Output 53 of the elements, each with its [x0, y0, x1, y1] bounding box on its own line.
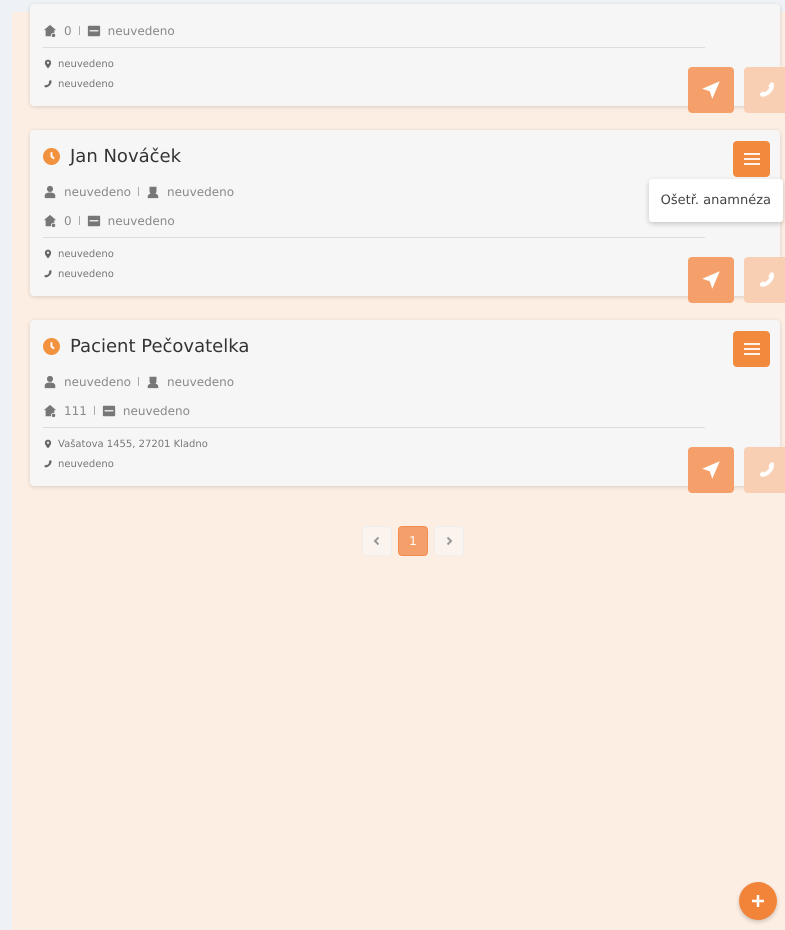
- nurse-icon: [146, 374, 160, 388]
- bed-icon: [86, 214, 101, 228]
- nurse-text: neuvedeno: [167, 184, 234, 198]
- bed-icon: [102, 404, 116, 418]
- address-text: neuvedeno: [58, 58, 114, 70]
- menu-icon: [744, 343, 760, 355]
- chevron-left-icon: [372, 536, 382, 546]
- menu-item[interactable]: Ošetř. anamnéza: [648, 179, 783, 222]
- patient-name: Pacient Pečovatelka: [70, 336, 250, 357]
- navigation-arrow-icon: [701, 80, 721, 100]
- phone-text: neuvedeno: [58, 78, 114, 90]
- house-icon: [43, 214, 57, 228]
- phone-icon: [43, 79, 53, 89]
- bed-text: neuvedeno: [122, 404, 190, 418]
- location-icon: [43, 249, 53, 259]
- navigate-button[interactable]: [688, 447, 734, 493]
- clock-icon: [43, 338, 60, 355]
- room-text: 0: [64, 24, 72, 38]
- person-icon: [43, 184, 57, 198]
- nurse-text: neuvedeno: [167, 374, 234, 388]
- house-icon: [43, 24, 57, 38]
- address-text: neuvedeno: [58, 248, 114, 260]
- patient-name: Jan Nováček: [70, 146, 182, 167]
- house-icon: [43, 404, 57, 418]
- navigation-arrow-icon: [701, 270, 721, 290]
- navigate-button[interactable]: [688, 257, 734, 303]
- room-text: 111: [64, 404, 87, 418]
- doctor-text: neuvedeno: [64, 374, 132, 388]
- menu-icon: [744, 153, 760, 165]
- bed-text: neuvedeno: [108, 214, 175, 228]
- phone-text: neuvedeno: [58, 458, 114, 470]
- phone-icon: [43, 459, 53, 469]
- room-text: 0: [64, 214, 72, 228]
- doctor-text: neuvedeno: [64, 184, 132, 198]
- location-icon: [43, 59, 53, 69]
- navigation-arrow-icon: [701, 460, 721, 480]
- location-icon: [43, 439, 53, 449]
- menu-button[interactable]: [733, 331, 770, 367]
- phone-icon: [43, 269, 53, 279]
- bed-text: neuvedeno: [108, 24, 175, 38]
- nurse-icon: [146, 184, 160, 198]
- navigate-button[interactable]: [688, 67, 734, 113]
- next-page-button[interactable]: [434, 526, 464, 556]
- chevron-right-icon: [444, 536, 454, 546]
- plus-icon: [750, 893, 766, 909]
- clock-icon: [43, 148, 60, 165]
- person-icon: [43, 374, 57, 388]
- add-button[interactable]: [739, 882, 777, 920]
- previous-page-button[interactable]: [362, 526, 392, 556]
- address-text: Vašatova 1455, 27201 Kladno: [58, 438, 208, 450]
- phone-text: neuvedeno: [58, 268, 114, 280]
- bed-icon: [86, 24, 101, 38]
- menu-button[interactable]: [733, 141, 770, 177]
